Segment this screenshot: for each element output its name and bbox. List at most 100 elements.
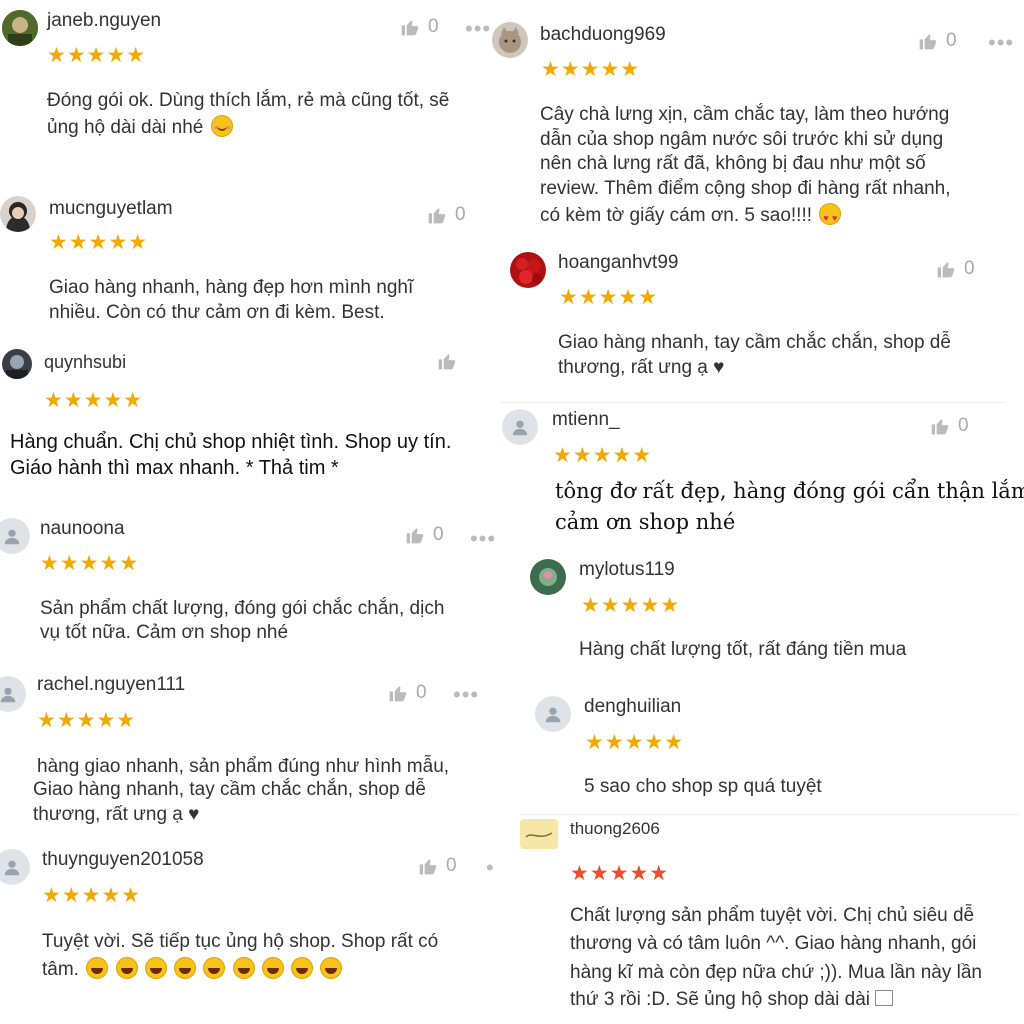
divider <box>500 402 1005 403</box>
avatar[interactable] <box>530 559 566 595</box>
avatar[interactable] <box>0 518 30 554</box>
thumbs-up-icon <box>419 859 437 875</box>
like-count: 0 <box>946 30 957 51</box>
username[interactable]: mtienn_ <box>552 409 620 431</box>
review-text-line: Giao hàng nhanh, tay cầm chắc chắn, shop… <box>558 332 951 353</box>
review-text-line: thương và có tâm luôn ^^. Giao hàng nhan… <box>570 933 977 954</box>
avatar[interactable] <box>0 849 30 885</box>
username[interactable]: denghuilian <box>584 696 681 718</box>
star-rating: ★★★★★ <box>559 286 659 309</box>
review-text-line: cảm ơn shop nhé <box>555 510 736 534</box>
like-count: 0 <box>455 204 466 225</box>
default-user-icon <box>0 687 16 703</box>
review-text-line: tông đơ rất đẹp, hàng đóng gói cẩn thận … <box>555 479 1024 503</box>
like-button[interactable]: 0 <box>930 415 969 437</box>
more-options-button[interactable]: ••• <box>988 32 1014 54</box>
review-text-line: Sản phẩm chất lượng, đóng gói chắc chắn,… <box>40 598 445 619</box>
avatar-image <box>2 349 32 379</box>
username[interactable]: hoanganhvt99 <box>558 252 678 274</box>
username[interactable]: bachduong969 <box>540 24 666 46</box>
grinning-face-icon <box>115 957 138 979</box>
like-button[interactable]: 0 <box>936 258 975 280</box>
username[interactable]: quynhsubi <box>44 352 126 373</box>
missing-glyph-icon <box>875 990 894 1006</box>
like-count: 0 <box>958 415 969 436</box>
like-button[interactable]: 0 <box>427 204 466 226</box>
like-button[interactable]: 0 <box>405 524 444 546</box>
review-text-line: nên chà lưng rất đã, không bị đau như mộ… <box>540 153 926 174</box>
username[interactable]: mylotus119 <box>579 559 675 581</box>
avatar[interactable] <box>0 676 26 712</box>
review-denghuilian: denghuilian ★★★★★ 5 sao cho shop sp quá … <box>490 692 1024 812</box>
like-button[interactable]: 0 <box>400 16 439 38</box>
review-text-line: 5 sao cho shop sp quá tuyệt <box>584 776 822 797</box>
review-thuong2606: thuong2606 ★★★★★ Chất lượng sản phẩm tuy… <box>490 815 1024 1020</box>
heart-eyes-icon <box>819 203 842 231</box>
review-text-line: dẫn của shop ngâm nước sôi trước khi sử … <box>540 129 944 150</box>
username[interactable]: rachel.nguyen111 <box>37 674 185 696</box>
avatar-image <box>530 559 566 595</box>
review-text-line: Giáo hành thì max nhanh. * Thả tim * <box>10 457 339 479</box>
review-text: thứ 3 rồi :D. Sẽ ủng hộ shop dài dài <box>570 989 871 1010</box>
thumbs-up-icon <box>389 686 407 702</box>
review-mucnguyetlam: mucnguyetlam 0 ★★★★★ Giao hàng nhanh, hà… <box>0 190 490 330</box>
grinning-face-icon <box>203 957 226 979</box>
review-thuynguyen201058: thuynguyen201058 0 • ★★★★★ Tuyệt vời. Sẽ… <box>0 845 494 995</box>
avatar-image <box>492 22 528 58</box>
more-options-button[interactable]: ••• <box>453 684 479 706</box>
star-rating: ★★★★★ <box>37 709 137 732</box>
like-count: 0 <box>433 524 444 545</box>
like-count: 0 <box>416 682 427 703</box>
username[interactable]: thuynguyen201058 <box>42 849 204 871</box>
star-rating: ★★★★★ <box>585 731 685 754</box>
review-text-line: thương, rất ưng ạ ♥ <box>33 804 200 825</box>
review-text-line: vụ tốt nữa. Cảm ơn shop nhé <box>40 622 289 643</box>
review-rachel-nguyen111: rachel.nguyen111 0 ••• ★★★★★ hàng giao n… <box>0 670 490 835</box>
username[interactable]: janeb.nguyen <box>47 10 161 32</box>
thumbs-up-icon <box>919 34 937 50</box>
star-rating: ★★★★★ <box>44 389 144 412</box>
avatar[interactable] <box>535 696 571 732</box>
username[interactable]: thuong2606 <box>570 819 660 839</box>
like-button[interactable]: 0 <box>388 682 427 704</box>
grinning-face-icon <box>86 957 109 979</box>
review-text-line: Hàng chuẩn. Chị chủ shop nhiệt tình. Sho… <box>10 431 452 453</box>
default-user-icon <box>512 420 528 436</box>
thumbs-up-icon <box>937 262 955 278</box>
emoji-row <box>84 957 343 980</box>
avatar[interactable] <box>2 10 38 46</box>
avatar-image <box>0 196 36 232</box>
review-text-line: Đóng gói ok. Dùng thích lắm, rẻ mà cũng … <box>47 90 450 111</box>
like-button[interactable]: 0 <box>418 855 457 877</box>
review-text-line: hàng kĩ mà còn đẹp nữa chứ ;)). Mua lần … <box>570 962 982 983</box>
grinning-face-icon <box>174 957 197 979</box>
avatar[interactable] <box>2 349 32 379</box>
username[interactable]: naunoona <box>40 518 125 540</box>
more-options-button[interactable]: ••• <box>465 18 491 40</box>
avatar[interactable] <box>520 819 558 849</box>
star-rating: ★★★★★ <box>42 884 142 907</box>
star-rating: ★★★★★ <box>570 862 670 885</box>
review-text-line: thương, rất ưng ạ ♥ <box>558 357 725 378</box>
like-count: 0 <box>446 855 457 876</box>
avatar-image <box>520 819 558 849</box>
review-text: tâm. <box>42 959 79 980</box>
username[interactable]: mucnguyetlam <box>49 198 173 220</box>
default-user-icon <box>4 529 20 545</box>
like-button[interactable] <box>437 351 457 371</box>
star-rating: ★★★★★ <box>47 44 147 67</box>
like-button[interactable]: 0 <box>918 30 957 52</box>
like-count: 0 <box>428 16 439 37</box>
smiling-face-with-hearts-icon <box>210 115 233 137</box>
avatar[interactable] <box>492 22 528 58</box>
review-text: có kèm tờ giấy cám ơn. 5 sao!!!! <box>540 205 813 226</box>
avatar[interactable] <box>510 252 546 288</box>
thumbs-up-icon <box>401 20 419 36</box>
review-text-line: Tuyệt vời. Sẽ tiếp tục ủng hộ shop. Shop… <box>42 931 439 952</box>
review-text-line: thứ 3 rồi :D. Sẽ ủng hộ shop dài dài <box>570 987 894 1012</box>
review-text-line: review. Thêm điểm cộng shop đi hàng rất … <box>540 178 951 199</box>
avatar[interactable] <box>0 196 36 232</box>
avatar[interactable] <box>502 409 538 445</box>
review-text-line: Hàng chất lượng tốt, rất đáng tiền mua <box>579 639 907 660</box>
star-rating: ★★★★★ <box>581 594 681 617</box>
